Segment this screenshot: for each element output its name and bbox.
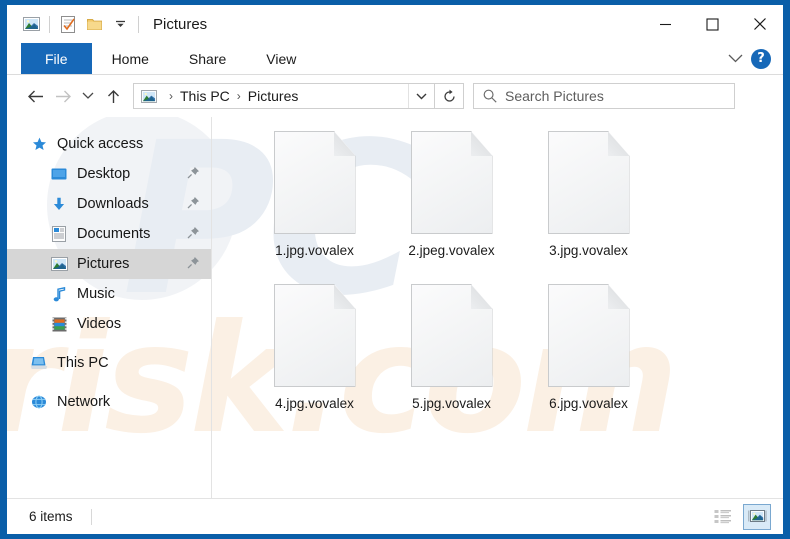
search-placeholder: Search Pictures xyxy=(505,88,604,104)
recent-locations-chevron-down-icon[interactable] xyxy=(77,81,99,111)
help-icon[interactable]: ? xyxy=(751,49,771,69)
sidebar-label: Desktop xyxy=(77,166,130,182)
sidebar-gap-1 xyxy=(7,339,211,348)
tab-home[interactable]: Home xyxy=(92,43,169,74)
sidebar-item-quick-access[interactable]: Quick access xyxy=(7,129,211,159)
file-name: 2.jpeg.vovalex xyxy=(408,243,494,258)
videos-icon xyxy=(49,315,69,333)
sidebar-item-videos[interactable]: Videos xyxy=(7,309,211,339)
close-button[interactable] xyxy=(736,5,783,43)
sidebar-label: Downloads xyxy=(77,196,149,212)
blank-document-icon xyxy=(274,131,356,234)
properties-icon[interactable] xyxy=(55,11,81,37)
file-name: 5.jpg.vovalex xyxy=(412,396,491,411)
sidebar-label: Documents xyxy=(77,226,150,242)
blank-document-icon xyxy=(548,131,630,234)
refresh-button[interactable] xyxy=(434,83,464,109)
item-count: 6 items xyxy=(29,509,73,524)
forward-button[interactable] xyxy=(49,81,77,111)
file-name: 4.jpg.vovalex xyxy=(275,396,354,411)
new-folder-icon[interactable] xyxy=(81,11,107,37)
file-name: 6.jpg.vovalex xyxy=(549,396,628,411)
sidebar-label: This PC xyxy=(57,355,109,371)
ribbon-tabs: File Home Share View ? xyxy=(7,43,783,75)
pictures-icon xyxy=(49,255,69,273)
star-icon xyxy=(29,135,49,153)
blank-document-icon xyxy=(411,284,493,387)
pin-icon[interactable] xyxy=(187,226,200,244)
documents-icon xyxy=(49,225,69,243)
search-icon xyxy=(483,89,497,103)
tab-view[interactable]: View xyxy=(246,43,316,74)
customize-dropdown-icon[interactable] xyxy=(107,11,133,37)
address-dropdown-chevron-down-icon[interactable] xyxy=(408,84,434,108)
details-view-icon[interactable] xyxy=(709,504,737,530)
sidebar-item-pictures[interactable]: Pictures xyxy=(7,249,211,279)
breadcrumb-pictures[interactable]: Pictures xyxy=(248,88,299,104)
window-title: Pictures xyxy=(153,16,207,33)
up-button[interactable] xyxy=(99,81,127,111)
search-input[interactable]: Search Pictures xyxy=(473,83,735,109)
sidebar-item-documents[interactable]: Documents xyxy=(7,219,211,249)
network-icon xyxy=(29,393,49,411)
file-item[interactable]: 5.jpg.vovalex xyxy=(383,284,520,437)
ribbon-right-controls: ? xyxy=(728,43,783,74)
sidebar-item-network[interactable]: Network xyxy=(7,387,211,417)
tab-file[interactable]: File xyxy=(21,43,92,74)
file-name: 3.jpg.vovalex xyxy=(549,243,628,258)
sidebar-label: Pictures xyxy=(77,256,129,272)
maximize-button[interactable] xyxy=(689,5,736,43)
pin-icon[interactable] xyxy=(187,256,200,274)
navigation-pane: Quick access Desktop Downloads xyxy=(7,117,212,498)
sidebar-gap-2 xyxy=(7,378,211,387)
breadcrumb-separator-1: › xyxy=(162,89,180,103)
sidebar-label: Network xyxy=(57,394,110,410)
blank-document-icon xyxy=(548,284,630,387)
file-grid: 1.jpg.vovalex 2.jpeg.vovalex 3.jpg.voval… xyxy=(246,131,783,437)
sidebar-item-music[interactable]: Music xyxy=(7,279,211,309)
desktop-icon xyxy=(49,165,69,183)
sidebar-label: Videos xyxy=(77,316,121,332)
pictures-icon[interactable] xyxy=(18,11,44,37)
blank-document-icon xyxy=(411,131,493,234)
file-item[interactable]: 6.jpg.vovalex xyxy=(520,284,657,437)
breadcrumb-this-pc[interactable]: This PC xyxy=(180,88,230,104)
file-name: 1.jpg.vovalex xyxy=(275,243,354,258)
sidebar-item-desktop[interactable]: Desktop xyxy=(7,159,211,189)
expand-ribbon-chevron-down-icon[interactable] xyxy=(728,50,743,68)
view-toggle-group xyxy=(709,504,771,530)
pin-icon[interactable] xyxy=(187,166,200,184)
this-pc-icon xyxy=(29,354,49,372)
quick-access-toolbar xyxy=(7,11,144,37)
address-pictures-icon xyxy=(134,90,162,103)
title-bar: Pictures xyxy=(7,5,783,43)
navigation-bar: › This PC › Pictures Search Pictures xyxy=(7,75,783,117)
file-list-view[interactable]: 1.jpg.vovalex 2.jpeg.vovalex 3.jpg.voval… xyxy=(212,117,783,498)
back-button[interactable] xyxy=(21,81,49,111)
window-controls xyxy=(642,5,783,43)
status-separator xyxy=(91,509,92,525)
file-item[interactable]: 2.jpeg.vovalex xyxy=(383,131,520,284)
tab-share[interactable]: Share xyxy=(169,43,246,74)
explorer-body: Quick access Desktop Downloads xyxy=(7,117,783,498)
file-item[interactable]: 1.jpg.vovalex xyxy=(246,131,383,284)
large-icons-view-icon[interactable] xyxy=(743,504,771,530)
pin-icon[interactable] xyxy=(187,196,200,214)
breadcrumb-separator-2: › xyxy=(230,89,248,103)
file-item[interactable]: 4.jpg.vovalex xyxy=(246,284,383,437)
status-bar: 6 items xyxy=(7,498,783,534)
music-icon xyxy=(49,285,69,303)
file-item[interactable]: 3.jpg.vovalex xyxy=(520,131,657,284)
sidebar-item-downloads[interactable]: Downloads xyxy=(7,189,211,219)
minimize-button[interactable] xyxy=(642,5,689,43)
sidebar-label: Quick access xyxy=(57,136,143,152)
address-bar[interactable]: › This PC › Pictures xyxy=(133,83,435,109)
download-icon xyxy=(49,195,69,213)
toolbar-separator xyxy=(49,16,50,33)
sidebar-label: Music xyxy=(77,286,115,302)
blank-document-icon xyxy=(274,284,356,387)
toolbar-separator-2 xyxy=(138,16,139,33)
explorer-window: PC risk.com xyxy=(7,5,783,534)
sidebar-item-this-pc[interactable]: This PC xyxy=(7,348,211,378)
